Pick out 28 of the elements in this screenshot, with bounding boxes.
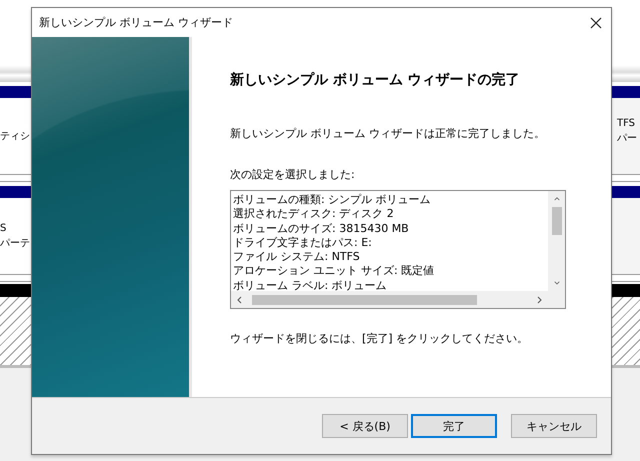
scroll-thumb[interactable]	[552, 206, 562, 236]
window-title: 新しいシンプル ボリューム ウィザード	[39, 15, 233, 30]
setting-line: 選択されたディスク: ディスク 2	[233, 207, 395, 222]
partition-text: TFS	[617, 117, 636, 131]
scroll-up-icon[interactable]	[552, 197, 560, 201]
scroll-right-icon[interactable]	[537, 296, 542, 304]
setting-line: ボリューム ラベル: ボリューム	[233, 278, 388, 291]
partition-text: パーテ	[0, 237, 30, 251]
setting-line: ボリュームの種類: シンプル ボリューム	[233, 193, 432, 208]
setting-line: アロケーション ユニット サイズ: 既定値	[233, 264, 436, 279]
setting-line: ボリュームのサイズ: 3815430 MB	[233, 222, 410, 236]
scroll-thumb[interactable]	[252, 294, 477, 304]
close-hint: ウィザードを閉じるには、[完了] をクリックしてください。	[230, 331, 530, 346]
scroll-down-icon[interactable]	[552, 281, 560, 285]
setting-line: ドライブ文字またはパス: E:	[233, 236, 373, 250]
scroll-left-icon[interactable]	[237, 296, 242, 304]
completion-message: 新しいシンプル ボリューム ウィザードは正常に完了しました。	[230, 126, 546, 141]
horizontal-scrollbar[interactable]	[231, 291, 548, 308]
finish-button[interactable]: 完了	[411, 414, 497, 438]
partition-text: パー	[617, 132, 638, 146]
vertical-scrollbar[interactable]	[548, 191, 565, 291]
partition-text: ティシ	[0, 130, 30, 144]
settings-label: 次の設定を選択しました:	[230, 167, 356, 182]
cancel-button[interactable]: キャンセル	[511, 414, 597, 438]
back-button[interactable]: < 戻る(B)	[322, 414, 408, 438]
partition-text: S	[0, 222, 8, 236]
wizard-heading: 新しいシンプル ボリューム ウィザードの完了	[230, 71, 521, 89]
setting-line: ファイル システム: NTFS	[233, 250, 361, 264]
